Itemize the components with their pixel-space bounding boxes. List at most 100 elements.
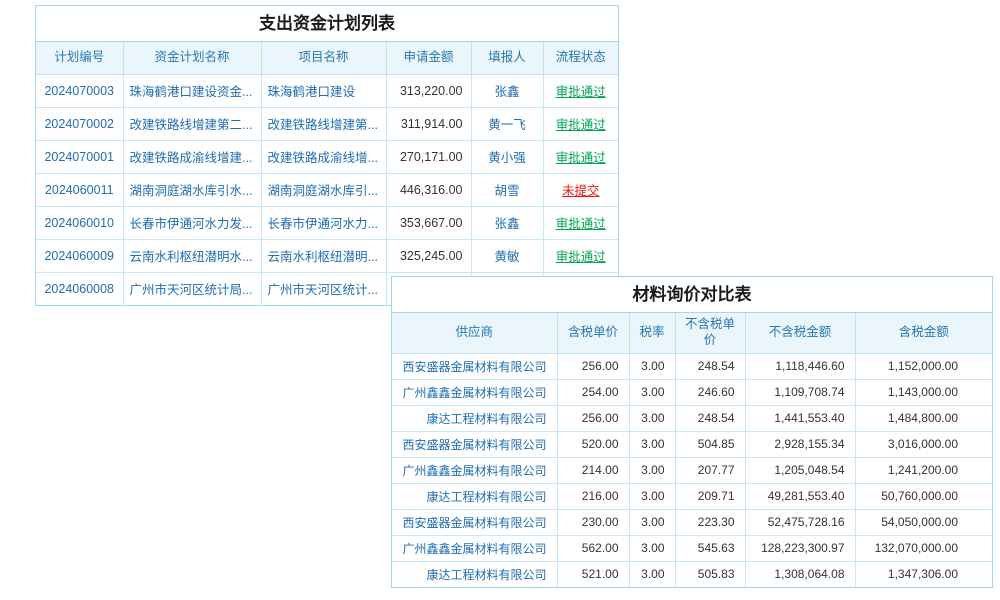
column-header-status: 流程状态 xyxy=(543,42,618,74)
fund-name-link[interactable]: 长春市伊通河水力发... xyxy=(130,217,253,231)
supplier-link[interactable]: 康达工程材料有限公司 xyxy=(426,568,546,582)
material-quote-title: 材料询价对比表 xyxy=(392,277,992,313)
reporter-link[interactable]: 黄一飞 xyxy=(488,118,526,132)
amount-incl-tax: 1,347,306.00 xyxy=(855,561,992,587)
unit-price-excl-tax: 223.30 xyxy=(675,509,745,535)
quote-table-row[interactable]: 康达工程材料有限公司 256.00 3.00 248.54 1,441,553.… xyxy=(392,405,992,431)
fund-name-link[interactable]: 云南水利枢纽潜明水... xyxy=(130,250,253,264)
supplier-link[interactable]: 西安盛器金属材料有限公司 xyxy=(402,438,546,452)
tax-rate: 3.00 xyxy=(629,483,675,509)
plan-table-row[interactable]: 2024070002 改建铁路线增建第二... 改建铁路线增建第... 311,… xyxy=(36,107,618,140)
fund-name-link[interactable]: 珠海鹤港口建设资金... xyxy=(130,85,253,99)
quote-table-row[interactable]: 广州鑫鑫金属材料有限公司 254.00 3.00 246.60 1,109,70… xyxy=(392,379,992,405)
plan-no-link[interactable]: 2024060010 xyxy=(44,216,114,230)
supplier-link[interactable]: 西安盛器金属材料有限公司 xyxy=(402,360,546,374)
supplier-link[interactable]: 广州鑫鑫金属材料有限公司 xyxy=(402,464,546,478)
status-link[interactable]: 未提交 xyxy=(562,184,600,198)
plan-no-link[interactable]: 2024070002 xyxy=(44,117,114,131)
plan-table-row[interactable]: 2024060011 湖南洞庭湖水库引水... 湖南洞庭湖水库引... 446,… xyxy=(36,173,618,206)
unit-price-incl-tax: 254.00 xyxy=(557,379,629,405)
quote-table-row[interactable]: 西安盛器金属材料有限公司 230.00 3.00 223.30 52,475,7… xyxy=(392,509,992,535)
reporter-link[interactable]: 黄敏 xyxy=(494,250,519,264)
unit-price-incl-tax: 520.00 xyxy=(557,431,629,457)
amount-excl-tax: 1,308,064.08 xyxy=(745,561,855,587)
plan-no-link[interactable]: 2024060009 xyxy=(44,249,114,263)
unit-price-excl-tax: 207.77 xyxy=(675,457,745,483)
amount-excl-tax: 2,928,155.34 xyxy=(745,431,855,457)
project-name-link[interactable]: 改建铁路成渝线增... xyxy=(268,151,378,165)
project-name-link[interactable]: 广州市天河区统计... xyxy=(268,283,378,297)
expenditure-plan-title: 支出资金计划列表 xyxy=(36,6,618,42)
plan-table-row[interactable]: 2024060010 长春市伊通河水力发... 长春市伊通河水力... 353,… xyxy=(36,206,618,239)
unit-price-excl-tax: 248.54 xyxy=(675,353,745,379)
supplier-link[interactable]: 康达工程材料有限公司 xyxy=(426,490,546,504)
unit-price-excl-tax: 545.63 xyxy=(675,535,745,561)
material-quote-panel: 材料询价对比表 供应商 含税单价 税率 不含税单价 不含税金额 含税金额 西安盛… xyxy=(391,276,993,588)
plan-table-row[interactable]: 2024070001 改建铁路成渝线增建... 改建铁路成渝线增... 270,… xyxy=(36,140,618,173)
quote-table-row[interactable]: 康达工程材料有限公司 521.00 3.00 505.83 1,308,064.… xyxy=(392,561,992,587)
plan-table-row[interactable]: 2024070003 珠海鹤港口建设资金... 珠海鹤港口建设 313,220.… xyxy=(36,74,618,107)
unit-price-incl-tax: 214.00 xyxy=(557,457,629,483)
unit-price-excl-tax: 246.60 xyxy=(675,379,745,405)
quote-table-row[interactable]: 西安盛器金属材料有限公司 256.00 3.00 248.54 1,118,44… xyxy=(392,353,992,379)
amount-excl-tax: 1,205,048.54 xyxy=(745,457,855,483)
column-header-project: 项目名称 xyxy=(261,42,386,74)
amount-excl-tax: 1,109,708.74 xyxy=(745,379,855,405)
page: 支出资金计划列表 计划编号 资金计划名称 项目名称 申请金额 填报人 流程状态 … xyxy=(0,0,1000,600)
quote-table-row[interactable]: 广州鑫鑫金属材料有限公司 214.00 3.00 207.77 1,205,04… xyxy=(392,457,992,483)
amount-incl-tax: 50,760,000.00 xyxy=(855,483,992,509)
status-link[interactable]: 审批通过 xyxy=(556,118,606,132)
project-name-link[interactable]: 珠海鹤港口建设 xyxy=(268,85,356,99)
column-header-tax-rate: 税率 xyxy=(629,313,675,353)
column-header-amount-excl: 不含税金额 xyxy=(745,313,855,353)
unit-price-excl-tax: 504.85 xyxy=(675,431,745,457)
expenditure-plan-panel: 支出资金计划列表 计划编号 资金计划名称 项目名称 申请金额 填报人 流程状态 … xyxy=(35,5,619,306)
supplier-link[interactable]: 广州鑫鑫金属材料有限公司 xyxy=(402,542,546,556)
project-name-link[interactable]: 湖南洞庭湖水库引... xyxy=(268,184,378,198)
plan-no-link[interactable]: 2024060011 xyxy=(45,183,114,197)
tax-rate: 3.00 xyxy=(629,509,675,535)
apply-amount: 313,220.00 xyxy=(386,74,471,107)
project-name-link[interactable]: 改建铁路线增建第... xyxy=(268,118,378,132)
status-link[interactable]: 审批通过 xyxy=(556,151,606,165)
unit-price-incl-tax: 256.00 xyxy=(557,405,629,431)
tax-rate: 3.00 xyxy=(629,561,675,587)
quote-table-row[interactable]: 康达工程材料有限公司 216.00 3.00 209.71 49,281,553… xyxy=(392,483,992,509)
supplier-link[interactable]: 西安盛器金属材料有限公司 xyxy=(402,516,546,530)
tax-rate: 3.00 xyxy=(629,535,675,561)
quote-table-row[interactable]: 广州鑫鑫金属材料有限公司 562.00 3.00 545.63 128,223,… xyxy=(392,535,992,561)
unit-price-incl-tax: 521.00 xyxy=(557,561,629,587)
plan-no-link[interactable]: 2024070001 xyxy=(44,150,114,164)
plan-no-link[interactable]: 2024060008 xyxy=(44,282,114,296)
supplier-link[interactable]: 康达工程材料有限公司 xyxy=(426,412,546,426)
reporter-link[interactable]: 张鑫 xyxy=(494,217,519,231)
plan-table-row[interactable]: 2024060009 云南水利枢纽潜明水... 云南水利枢纽潜明... 325,… xyxy=(36,239,618,272)
fund-name-link[interactable]: 湖南洞庭湖水库引水... xyxy=(130,184,253,198)
column-header-amount: 申请金额 xyxy=(386,42,471,74)
project-name-link[interactable]: 长春市伊通河水力... xyxy=(268,217,378,231)
tax-rate: 3.00 xyxy=(629,353,675,379)
material-quote-table: 供应商 含税单价 税率 不含税单价 不含税金额 含税金额 西安盛器金属材料有限公… xyxy=(392,313,992,587)
amount-incl-tax: 1,152,000.00 xyxy=(855,353,992,379)
status-link[interactable]: 审批通过 xyxy=(556,217,606,231)
supplier-link[interactable]: 广州鑫鑫金属材料有限公司 xyxy=(402,386,546,400)
fund-name-link[interactable]: 改建铁路成渝线增建... xyxy=(130,151,253,165)
quote-table-row[interactable]: 西安盛器金属材料有限公司 520.00 3.00 504.85 2,928,15… xyxy=(392,431,992,457)
reporter-link[interactable]: 胡雪 xyxy=(494,184,519,198)
fund-name-link[interactable]: 广州市天河区统计局... xyxy=(130,283,253,297)
status-link[interactable]: 审批通过 xyxy=(556,250,606,264)
amount-excl-tax: 128,223,300.97 xyxy=(745,535,855,561)
status-link[interactable]: 审批通过 xyxy=(556,85,606,99)
apply-amount: 311,914.00 xyxy=(386,107,471,140)
column-header-reporter: 填报人 xyxy=(471,42,543,74)
reporter-link[interactable]: 张鑫 xyxy=(494,85,519,99)
amount-incl-tax: 1,484,800.00 xyxy=(855,405,992,431)
amount-excl-tax: 52,475,728.16 xyxy=(745,509,855,535)
reporter-link[interactable]: 黄小强 xyxy=(488,151,526,165)
column-header-fund-name: 资金计划名称 xyxy=(123,42,261,74)
apply-amount: 353,667.00 xyxy=(386,206,471,239)
project-name-link[interactable]: 云南水利枢纽潜明... xyxy=(268,250,378,264)
fund-name-link[interactable]: 改建铁路线增建第二... xyxy=(130,118,253,132)
plan-no-link[interactable]: 2024070003 xyxy=(44,84,114,98)
apply-amount: 446,316.00 xyxy=(386,173,471,206)
